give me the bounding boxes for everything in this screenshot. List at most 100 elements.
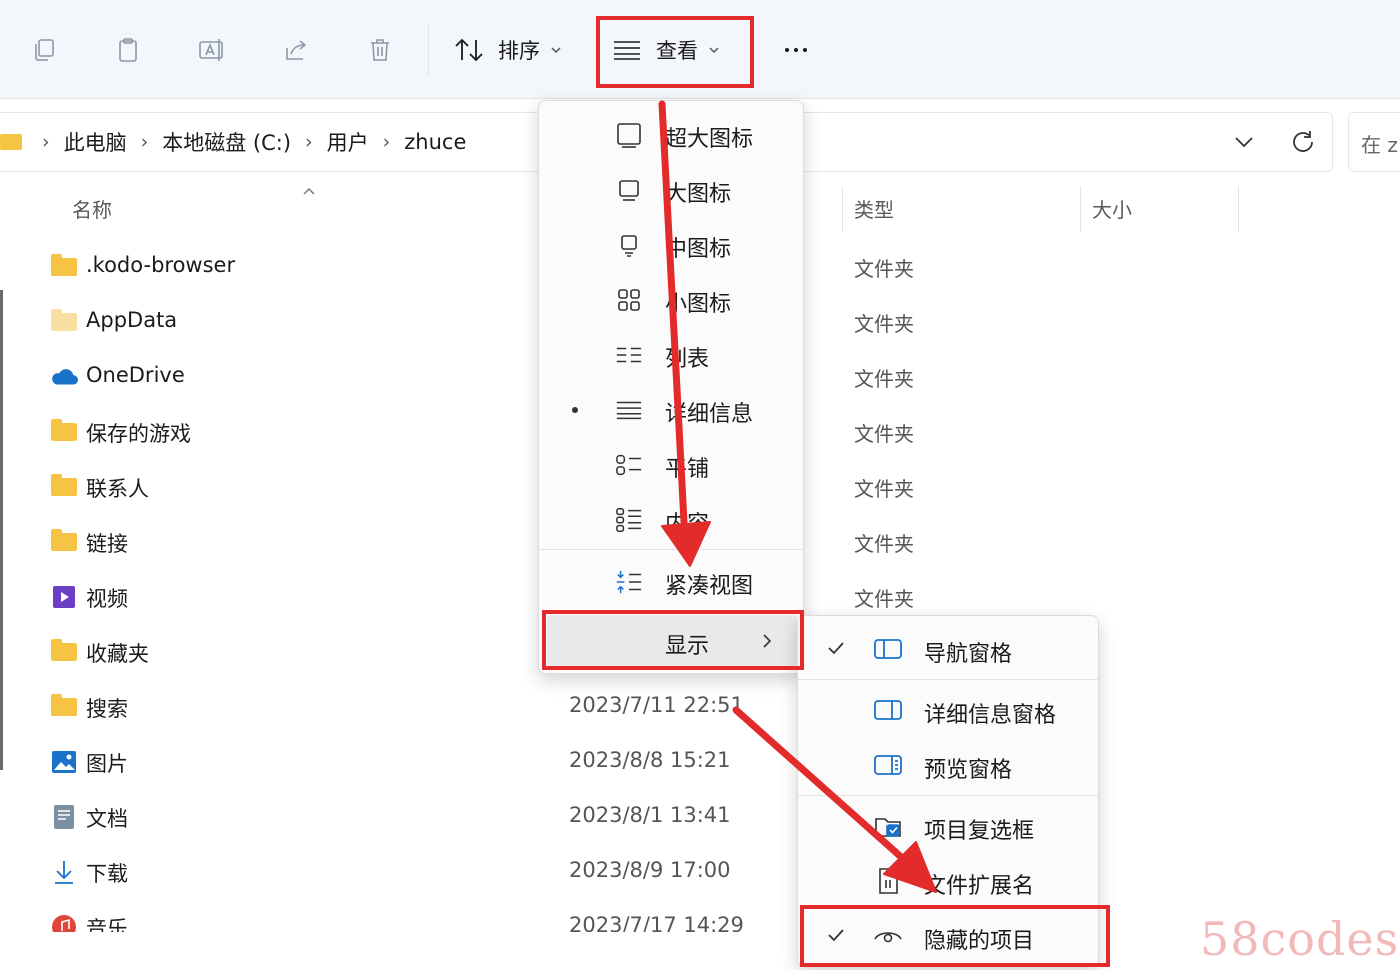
- submenu-item-label: 详细信息窗格: [924, 703, 1057, 728]
- file-name: AppData: [86, 308, 178, 332]
- details-pane-icon: [872, 696, 904, 724]
- file-name: 搜索: [86, 697, 128, 721]
- view-menu: 超大图标 大图标 中图标 小图标 列表 详细信息 平铺 内容 紧凑视图 显示: [538, 100, 804, 674]
- submenu-item-preview-pane[interactable]: 预览窗格: [798, 738, 1098, 793]
- details-view-icon: [615, 396, 643, 424]
- compact-view-icon: [615, 568, 643, 596]
- menu-item-details[interactable]: 详细信息: [539, 382, 803, 437]
- menu-item-compact-view[interactable]: 紧凑视图: [539, 554, 803, 609]
- folder-icon: [50, 474, 78, 500]
- preview-pane-icon: [872, 751, 904, 779]
- folder-icon: [50, 639, 78, 665]
- folder-icon: [50, 529, 78, 555]
- menu-item-medium-icons[interactable]: 中图标: [539, 217, 803, 272]
- menu-item-tiles[interactable]: 平铺: [539, 437, 803, 492]
- column-divider[interactable]: [842, 186, 843, 232]
- menu-item-extra-large-icons[interactable]: 超大图标: [539, 107, 803, 162]
- item-checkbox-icon: [872, 812, 904, 840]
- search-placeholder: 在 z: [1361, 133, 1398, 157]
- highlight-box-show: [542, 610, 804, 670]
- paste-icon[interactable]: [108, 30, 148, 70]
- menu-divider: [798, 795, 1098, 796]
- file-row[interactable]: 文档 2023/8/1 13:41: [0, 790, 1400, 845]
- content-view-icon: [615, 506, 643, 534]
- delete-icon[interactable]: [360, 30, 400, 70]
- toolbar-divider: [428, 24, 429, 76]
- submenu-item-label: 项目复选框: [924, 819, 1035, 844]
- search-box[interactable]: 在 z: [1348, 112, 1400, 172]
- menu-item-list[interactable]: 列表: [539, 327, 803, 382]
- menu-item-label: 大图标: [665, 182, 732, 207]
- file-name: OneDrive: [86, 363, 185, 387]
- menu-item-label: 平铺: [665, 457, 710, 482]
- file-date: 2023/7/11 22:51: [569, 693, 744, 717]
- file-name: 下载: [86, 862, 128, 886]
- submenu-item-details-pane[interactable]: 详细信息窗格: [798, 683, 1098, 738]
- column-divider[interactable]: [1238, 186, 1239, 232]
- chevron-right-icon: ›: [140, 131, 149, 153]
- breadcrumb: › 此电脑 › 本地磁盘 (C:) › 用户 › zhuce: [0, 113, 474, 171]
- menu-item-label: 详细信息: [665, 402, 754, 427]
- file-date: 2023/8/8 15:21: [569, 748, 731, 772]
- file-row[interactable]: 搜索 2023/7/11 22:51: [0, 680, 1400, 735]
- folder-icon: [50, 419, 78, 445]
- large-icons-icon: [615, 176, 643, 204]
- more-dot: [803, 48, 807, 52]
- submenu-item-file-extension[interactable]: 文件扩展名: [798, 854, 1098, 909]
- menu-item-label: 紧凑视图: [665, 574, 754, 599]
- sort-label: 排序: [498, 39, 540, 63]
- breadcrumb-zhuce[interactable]: zhuce: [404, 130, 466, 154]
- menu-item-large-icons[interactable]: 大图标: [539, 162, 803, 217]
- more-dot: [785, 48, 789, 52]
- column-header-size[interactable]: 大小: [1092, 194, 1132, 223]
- file-name: 收藏夹: [86, 642, 149, 666]
- breadcrumb-users[interactable]: 用户: [327, 127, 369, 157]
- refresh-icon[interactable]: [1288, 127, 1318, 157]
- column-header-name[interactable]: 名称: [72, 194, 112, 223]
- file-type: 文件夹: [854, 312, 914, 336]
- copy-icon[interactable]: [24, 30, 64, 70]
- chevron-right-icon: ›: [42, 131, 50, 153]
- chevron-right-icon: ›: [382, 131, 391, 153]
- submenu-item-item-checkbox[interactable]: 项目复选框: [798, 799, 1098, 854]
- sort-ascending-icon: [303, 187, 315, 195]
- breadcrumb-local-disk[interactable]: 本地磁盘 (C:): [162, 127, 291, 157]
- file-date: 2023/8/9 17:00: [569, 858, 731, 882]
- download-icon: [50, 859, 78, 885]
- address-history-chevron-icon[interactable]: [1230, 129, 1258, 155]
- more-options-button[interactable]: [772, 30, 820, 70]
- menu-item-label: 内容: [665, 512, 710, 537]
- folder-icon: [50, 694, 78, 720]
- chevron-down-icon: [551, 47, 561, 54]
- breadcrumb-this-pc[interactable]: 此电脑: [64, 127, 127, 157]
- navigation-pane-icon: [872, 635, 904, 663]
- column-header-type[interactable]: 类型: [854, 194, 894, 223]
- file-row[interactable]: 音乐 2023/7/17 14:29: [0, 900, 1400, 932]
- file-row[interactable]: 下载 2023/8/9 17:00: [0, 845, 1400, 900]
- menu-item-content[interactable]: 内容: [539, 492, 803, 547]
- checkmark-icon: [828, 642, 844, 655]
- file-type: 文件夹: [854, 587, 914, 611]
- menu-item-label: 列表: [665, 347, 710, 372]
- file-date: 2023/8/1 13:41: [569, 803, 731, 827]
- menu-item-label: 超大图标: [665, 127, 754, 152]
- file-type: 文件夹: [854, 422, 914, 446]
- file-name: 保存的游戏: [86, 422, 191, 446]
- menu-item-small-icons[interactable]: 小图标: [539, 272, 803, 327]
- rename-icon[interactable]: [192, 30, 232, 70]
- file-name: 链接: [86, 532, 128, 556]
- menu-divider: [539, 549, 803, 550]
- file-name: 视频: [86, 587, 128, 611]
- file-name: 图片: [86, 752, 128, 776]
- highlight-box-hidden-items: [800, 905, 1110, 967]
- file-row[interactable]: 图片 2023/8/8 15:21: [0, 735, 1400, 790]
- highlight-box-view: [596, 16, 754, 88]
- share-icon[interactable]: [276, 30, 316, 70]
- submenu-item-label: 导航窗格: [924, 642, 1013, 667]
- file-name: 联系人: [86, 477, 149, 501]
- menu-item-label: 小图标: [665, 292, 732, 317]
- submenu-item-navigation-pane[interactable]: 导航窗格: [798, 622, 1098, 677]
- folder-icon: [0, 134, 22, 150]
- column-divider[interactable]: [1080, 186, 1081, 232]
- sort-button[interactable]: 排序: [452, 28, 562, 72]
